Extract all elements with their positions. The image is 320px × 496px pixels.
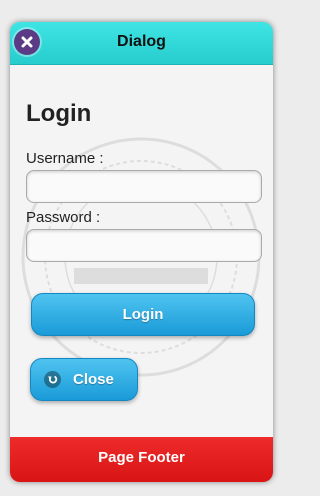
password-input[interactable]	[26, 229, 262, 262]
dialog: Dialog Login Username : Password : Login…	[10, 22, 273, 482]
password-label: Password :	[26, 209, 101, 226]
login-button[interactable]: Login	[31, 293, 255, 336]
page-footer: Page Footer	[10, 437, 273, 482]
login-heading: Login	[26, 100, 92, 127]
close-button-label: Close	[73, 371, 114, 388]
close-button[interactable]: Close	[30, 358, 138, 401]
username-input[interactable]	[26, 170, 262, 203]
dialog-header: Dialog	[10, 22, 273, 65]
back-arrow-icon	[44, 371, 61, 388]
dialog-title: Dialog	[117, 33, 166, 50]
username-label: Username :	[26, 150, 104, 167]
